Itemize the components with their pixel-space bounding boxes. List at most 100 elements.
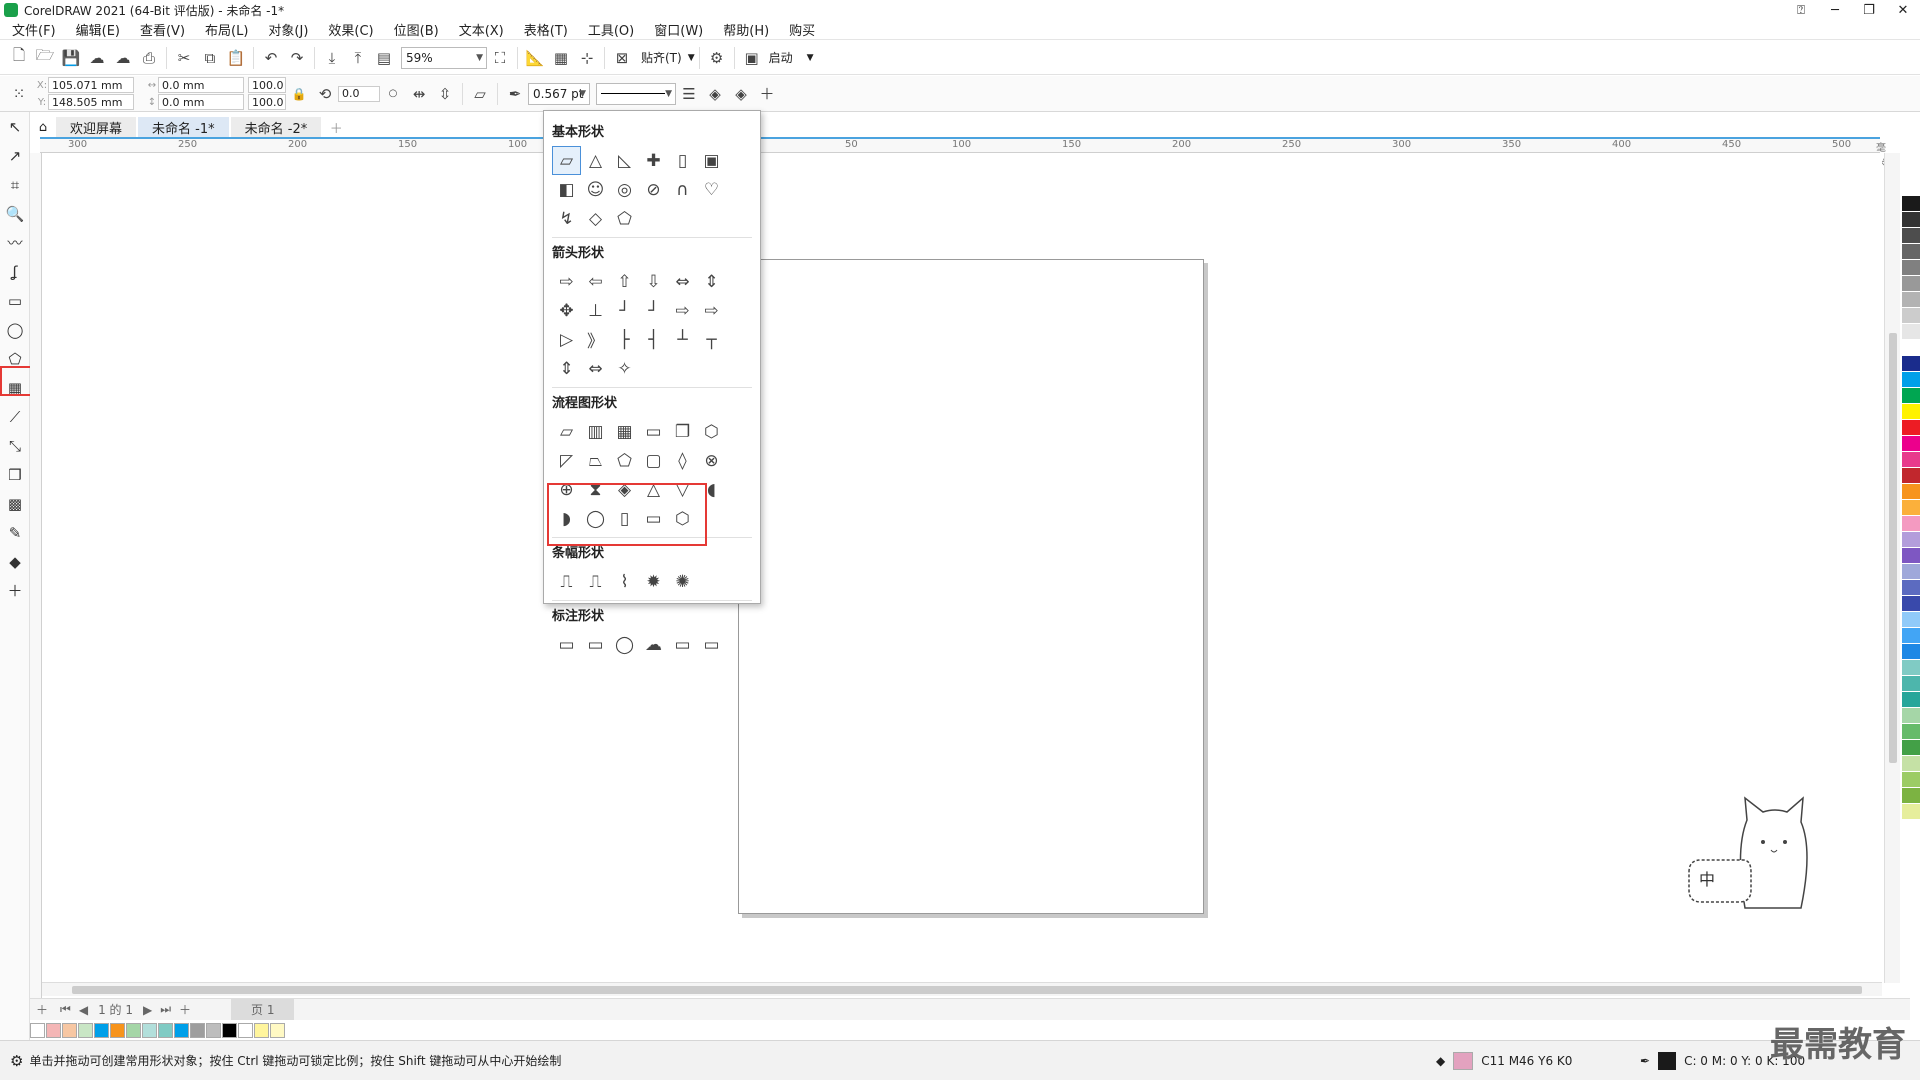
height-field[interactable]: 0.0 mm: [158, 94, 244, 110]
grid-icon[interactable]: ▦: [548, 46, 574, 70]
minimize-button[interactable]: ─: [1818, 0, 1852, 20]
callout-shape-button[interactable]: ▭: [668, 630, 697, 659]
cloud-download-icon[interactable]: ☁: [84, 46, 110, 70]
menu-table[interactable]: 表格(T): [524, 20, 568, 39]
width-field[interactable]: 0.0 mm: [158, 77, 244, 93]
next-page-icon[interactable]: ▶: [143, 1003, 152, 1017]
palette-swatch[interactable]: [1902, 724, 1920, 740]
palette-swatch[interactable]: [1902, 180, 1920, 196]
palette-swatch[interactable]: [1902, 324, 1920, 340]
guidelines-icon[interactable]: ⊹: [574, 46, 600, 70]
redo-icon[interactable]: ↷: [284, 46, 310, 70]
palette-swatch[interactable]: [1902, 564, 1920, 580]
palette-swatch[interactable]: [1902, 372, 1920, 388]
open-icon[interactable]: 🗁: [32, 46, 58, 70]
banner-shape-button[interactable]: ⌇: [610, 567, 639, 596]
menu-file[interactable]: 文件(F): [12, 20, 56, 39]
palette-swatch[interactable]: [1902, 804, 1920, 820]
export-icon[interactable]: ⤒: [345, 46, 371, 70]
menu-effects[interactable]: 效果(C): [328, 20, 373, 39]
add-icon[interactable]: ＋: [754, 82, 780, 106]
restore-button[interactable]: ❐: [1852, 0, 1886, 20]
callout-shape-button[interactable]: ☁: [639, 630, 668, 659]
palette-swatch[interactable]: [1902, 260, 1920, 276]
menu-tools[interactable]: 工具(O): [588, 20, 634, 39]
arrow-shape-button[interactable]: ┘: [639, 296, 668, 325]
banner-shape-button[interactable]: ✹: [639, 567, 668, 596]
arrow-shape-button[interactable]: ⇨: [697, 296, 726, 325]
interactive-fill-tool-icon[interactable]: ◆: [0, 547, 30, 576]
palette-swatch[interactable]: [1902, 292, 1920, 308]
menu-bitmaps[interactable]: 位图(B): [394, 20, 439, 39]
palette-swatch[interactable]: [1902, 244, 1920, 260]
document-palette-swatch[interactable]: [126, 1022, 141, 1038]
palette-swatch[interactable]: [1902, 788, 1920, 804]
close-button[interactable]: ✕: [1886, 0, 1920, 20]
basic-shape-button[interactable]: ✚: [639, 146, 668, 175]
palette-swatch[interactable]: [1902, 548, 1920, 564]
artistic-media-tool-icon[interactable]: ʆ: [0, 257, 30, 286]
document-palette-swatch[interactable]: [238, 1022, 253, 1038]
document-palette-swatch[interactable]: [174, 1022, 189, 1038]
cloud-upload-icon[interactable]: ☁: [110, 46, 136, 70]
lock-ratio-icon[interactable]: 🔒: [286, 82, 312, 106]
object-origin-icon[interactable]: ⁙: [6, 82, 32, 106]
prev-page-icon[interactable]: ◀: [79, 1003, 88, 1017]
paste-icon[interactable]: 📋: [223, 46, 249, 70]
palette-swatch[interactable]: [1902, 212, 1920, 228]
callout-shape-button[interactable]: ▭: [581, 630, 610, 659]
freehand-tool-icon[interactable]: 〰: [0, 228, 30, 257]
menu-text[interactable]: 文本(X): [459, 20, 504, 39]
arrow-shape-button[interactable]: ⇕: [552, 354, 581, 383]
menu-window[interactable]: 窗口(W): [654, 20, 703, 39]
palette-swatch[interactable]: [1902, 404, 1920, 420]
basic-shape-button[interactable]: ◎: [610, 175, 639, 204]
dimension-tool-icon[interactable]: ⟋: [0, 402, 30, 431]
palette-swatch[interactable]: [1902, 484, 1920, 500]
arrow-shape-button[interactable]: ▷: [552, 325, 581, 354]
outline-width-combo[interactable]: 0.567 pt ▼: [528, 82, 590, 105]
flowchart-shape-button[interactable]: ▢: [639, 446, 668, 475]
arrow-shape-button[interactable]: ┴: [668, 325, 697, 354]
flowchart-shape-button[interactable]: ▥: [581, 417, 610, 446]
first-page-icon[interactable]: ⏮: [60, 1002, 71, 1017]
flowchart-shape-button[interactable]: ◊: [668, 446, 697, 475]
palette-swatch[interactable]: [1902, 468, 1920, 484]
menu-view[interactable]: 查看(V): [140, 20, 185, 39]
palette-swatch[interactable]: [1902, 740, 1920, 756]
add-page-icon[interactable]: ＋: [36, 1001, 48, 1018]
basic-shape-button[interactable]: ▣: [697, 146, 726, 175]
palette-swatch[interactable]: [1902, 452, 1920, 468]
fill-color-swatch[interactable]: [1453, 1051, 1474, 1070]
scale-x-field[interactable]: 100.0: [248, 77, 286, 93]
arrow-shape-button[interactable]: ┬: [697, 325, 726, 354]
palette-swatch[interactable]: [1902, 388, 1920, 404]
text-wrap-icon[interactable]: ☰: [676, 82, 702, 106]
pdf-icon[interactable]: ▤: [371, 46, 397, 70]
to-back-icon[interactable]: ◈: [728, 82, 754, 106]
line-style-combo[interactable]: ▼: [596, 82, 676, 105]
basic-shape-button[interactable]: ♡: [697, 175, 726, 204]
arrow-shape-button[interactable]: ⊥: [581, 296, 610, 325]
arrow-shape-button[interactable]: ┤: [639, 325, 668, 354]
mirror-v-icon[interactable]: ⇳: [432, 82, 458, 106]
palette-swatch[interactable]: [1902, 676, 1920, 692]
palette-swatch[interactable]: [1902, 580, 1920, 596]
snap-off-icon[interactable]: ⊠: [609, 46, 635, 70]
palette-swatch[interactable]: [1902, 436, 1920, 452]
basic-shape-button[interactable]: ↯: [552, 204, 581, 233]
x-position-field[interactable]: 105.071 mm: [48, 77, 134, 93]
flowchart-shape-button[interactable]: ❐: [668, 417, 697, 446]
palette-swatch[interactable]: [1902, 772, 1920, 788]
palette-swatch[interactable]: [1902, 628, 1920, 644]
arrow-shape-button[interactable]: ⇔: [581, 354, 610, 383]
basic-shape-button[interactable]: ▱: [552, 146, 581, 175]
arrow-shape-button[interactable]: ├: [610, 325, 639, 354]
arrow-shape-button[interactable]: ✧: [610, 354, 639, 383]
palette-swatch[interactable]: [1902, 500, 1920, 516]
launch-label[interactable]: 启动: [769, 49, 793, 66]
callout-shape-button[interactable]: ▭: [697, 630, 726, 659]
rotation-field[interactable]: 0.0: [338, 85, 380, 102]
flowchart-shape-button[interactable]: ⊗: [697, 446, 726, 475]
tab-welcome[interactable]: 欢迎屏幕: [56, 117, 137, 137]
